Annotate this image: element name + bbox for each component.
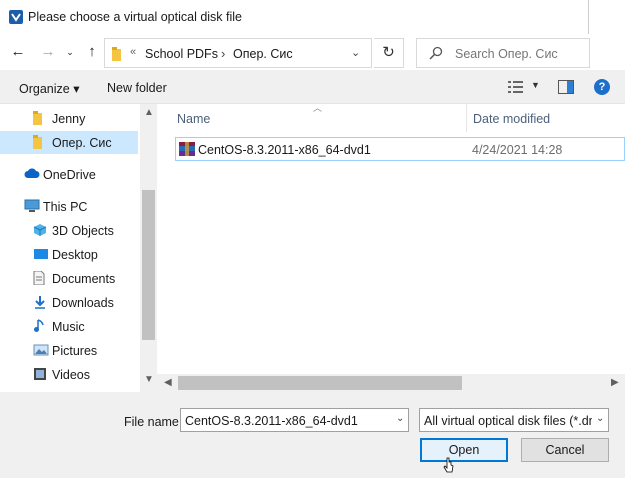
file-date-modified: 4/24/2021 14:28 [472, 143, 563, 157]
sidebar-item-label: Jenny [52, 112, 86, 126]
column-header-name[interactable]: ︿ Name [157, 103, 466, 132]
scroll-left-arrow[interactable]: ◀ [164, 377, 172, 388]
cube-icon [33, 223, 47, 240]
sidebar-item-label: Pictures [52, 344, 98, 358]
sidebar-item-documents[interactable]: Documents [0, 267, 138, 290]
scroll-up-arrow[interactable]: ▲ [144, 107, 154, 118]
folder-icon [33, 135, 43, 152]
file-name: CentOS-8.3.2011-x86_64-dvd1 [198, 143, 371, 157]
cancel-button[interactable]: Cancel [521, 438, 609, 462]
mouse-cursor-icon [443, 457, 454, 473]
sidebar-item-label: Documents [52, 272, 116, 286]
address-history-dropdown[interactable]: ⌄ [351, 46, 360, 59]
address-overflow[interactable]: « [130, 46, 136, 58]
sidebar-item-desktop[interactable]: Desktop [0, 243, 138, 266]
file-list-horizontal-scrollbar[interactable]: ◀ ▶ [157, 374, 625, 392]
sidebar-item-3d-objects[interactable]: 3D Objects [0, 219, 138, 242]
file-name-label: File name: [124, 415, 183, 429]
scrollbar-thumb[interactable] [142, 190, 155, 340]
window-edge [588, 0, 589, 34]
sidebar-item-label: This PC [43, 200, 88, 214]
arrow-right-icon: → [40, 43, 56, 60]
archive-icon [179, 142, 195, 156]
navigation-pane: Jenny Опер. Сис OneDrive This PC 3D Objects D… [0, 104, 157, 392]
search-icon [429, 46, 443, 60]
folder-icon [33, 111, 43, 128]
sidebar-item-videos[interactable]: Videos [0, 363, 138, 386]
file-name-history-dropdown[interactable]: ⌄ [396, 413, 404, 424]
search-placeholder: Search Опер. Сис [455, 47, 558, 61]
refresh-button[interactable]: ↻ [374, 38, 404, 68]
refresh-icon: ↻ [382, 44, 395, 61]
file-row[interactable]: CentOS-8.3.2011-x86_64-dvd1 4/24/2021 14… [175, 137, 625, 161]
address-bar[interactable]: « School PDFs › Опер. Сис ⌄ [104, 38, 372, 68]
help-icon[interactable]: ? [594, 79, 610, 95]
title-bar: Please choose a virtual optical disk fil… [0, 0, 625, 34]
sidebar-item-label: Videos [52, 368, 90, 382]
breadcrumb-oper-sis[interactable]: Опер. Сис [233, 47, 293, 61]
chevron-down-icon: ⌄ [66, 47, 74, 57]
sidebar-item-label: Desktop [52, 248, 98, 262]
document-icon [33, 270, 45, 288]
chevron-down-icon: ⌄ [596, 413, 605, 424]
sidebar-item-label: Music [52, 320, 85, 334]
navigation-pane-scrollbar[interactable]: ▲ ▼ [140, 104, 157, 392]
file-name-value[interactable]: CentOS-8.3.2011-x86_64-dvd1 [185, 414, 358, 428]
video-icon [33, 367, 47, 384]
desktop-icon [33, 247, 49, 264]
open-button[interactable]: Open [420, 438, 508, 462]
sidebar-item-onedrive[interactable]: OneDrive [0, 163, 138, 186]
forward-button[interactable]: → [38, 42, 58, 62]
arrow-up-icon: ↑ [88, 43, 96, 60]
sidebar-item-label: Downloads [52, 296, 114, 310]
column-header-date-modified[interactable]: Date modified [466, 104, 625, 132]
recent-locations-button[interactable]: ⌄ [60, 42, 80, 62]
sidebar-item-oper-sis[interactable]: Опер. Сис [0, 131, 138, 154]
column-name-label: Name [177, 112, 211, 126]
change-view-dropdown[interactable]: ▼ [531, 80, 540, 90]
sidebar-item-jenny[interactable]: Jenny [0, 107, 138, 130]
file-name-field[interactable]: CentOS-8.3.2011-x86_64-dvd1 ⌄ [180, 408, 409, 432]
sidebar-item-this-pc[interactable]: This PC [0, 195, 138, 218]
sidebar-item-label: 3D Objects [52, 224, 114, 238]
command-bar: Organize ▾ New folder ▼ ? [0, 70, 625, 104]
sidebar-item-label: OneDrive [43, 168, 96, 182]
dialog-footer: File name: CentOS-8.3.2011-x86_64-dvd1 ⌄… [0, 392, 625, 478]
column-date-label: Date modified [473, 112, 551, 126]
folder-icon [112, 47, 121, 61]
search-box[interactable]: Search Опер. Сис [416, 38, 590, 68]
music-icon [33, 319, 45, 336]
download-icon [33, 295, 47, 312]
cloud-icon [24, 167, 40, 182]
organize-menu[interactable]: Organize ▾ [19, 81, 79, 96]
file-type-value: All virtual optical disk files (*.dmg [424, 414, 592, 428]
scrollbar-thumb[interactable] [178, 376, 462, 390]
new-folder-button[interactable]: New folder [107, 81, 167, 95]
scroll-right-arrow[interactable]: ▶ [611, 377, 619, 388]
file-list: ︿ Name Date modified CentOS-8.3.2011-x86… [157, 103, 625, 392]
virtualbox-app-icon [9, 10, 23, 24]
sidebar-item-label: Опер. Сис [52, 136, 112, 150]
file-type-select[interactable]: All virtual optical disk files (*.dmg ⌄ [419, 408, 609, 432]
scroll-down-arrow[interactable]: ▼ [144, 374, 154, 385]
arrow-left-icon: ← [10, 43, 26, 60]
sort-ascending-icon: ︿ [313, 103, 323, 113]
breadcrumb-school-pdfs[interactable]: School PDFs [145, 47, 218, 61]
up-button[interactable]: ↑ [82, 42, 102, 62]
picture-icon [33, 343, 49, 360]
window-title: Please choose a virtual optical disk fil… [28, 10, 243, 24]
breadcrumb-separator[interactable]: › [221, 46, 225, 61]
sidebar-item-music[interactable]: Music [0, 315, 138, 338]
preview-pane-icon[interactable] [558, 80, 574, 94]
computer-icon [24, 199, 40, 216]
navigation-bar: ← → ⌄ ↑ « School PDFs › Опер. Сис ⌄ ↻ Se… [0, 34, 625, 70]
sidebar-item-pictures[interactable]: Pictures [0, 339, 138, 362]
view-details-icon[interactable] [508, 80, 524, 94]
sidebar-item-downloads[interactable]: Downloads [0, 291, 138, 314]
back-button[interactable]: ← [8, 42, 28, 62]
